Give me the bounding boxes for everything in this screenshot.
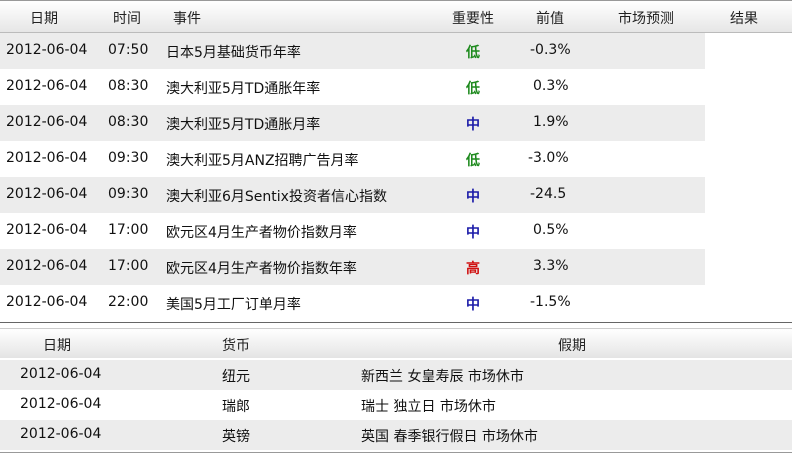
event-time: 17:00 [108, 222, 149, 238]
previous-value: 3.3% [533, 258, 569, 274]
event-time: 22:00 [108, 294, 149, 310]
previous-value: -3.0% [528, 150, 569, 166]
table-row[interactable]: 2012-06-04 08:30 澳大利亚5月TD通胀月率 中 1.9% [0, 105, 705, 141]
event-date: 2012-06-04 [6, 222, 88, 238]
table-row[interactable]: 2012-06-04 22:00 美国5月工厂订单月率 中 -1.5% [0, 285, 705, 321]
previous-value: -0.3% [530, 42, 571, 58]
holiday-row[interactable]: 2012-06-04 纽元 新西兰 女皇寿辰 市场休市 [0, 360, 792, 390]
event-date: 2012-06-04 [6, 78, 88, 94]
holiday-col-header-holiday[interactable]: 假期 [558, 335, 586, 355]
col-header-event[interactable]: 事件 [173, 8, 201, 28]
importance-badge: 低 [466, 153, 480, 169]
event-time: 17:00 [108, 258, 149, 274]
event-date: 2012-06-04 [6, 294, 88, 310]
col-header-previous[interactable]: 前值 [536, 8, 564, 28]
table-divider [0, 322, 792, 323]
event-date: 2012-06-04 [6, 258, 88, 274]
event-name: 美国5月工厂订单月率 [166, 297, 301, 313]
importance-badge: 低 [466, 45, 480, 61]
event-date: 2012-06-04 [6, 42, 88, 58]
event-time: 08:30 [108, 78, 149, 94]
previous-value: 1.9% [533, 114, 569, 130]
col-header-importance[interactable]: 重要性 [452, 8, 494, 28]
previous-value: 0.3% [533, 78, 569, 94]
previous-value: -1.5% [530, 294, 571, 310]
table-row[interactable]: 2012-06-04 09:30 澳大利亚6月Sentix投资者信心指数 中 -… [0, 177, 705, 213]
table-row[interactable]: 2012-06-04 08:30 澳大利亚5月TD通胀年率 低 0.3% [0, 69, 705, 105]
event-date: 2012-06-04 [6, 186, 88, 202]
bottom-border [0, 452, 792, 453]
economic-calendar-table: 日期 时间 事件 重要性 前值 市场预测 结果 2012-06-04 07:50… [0, 0, 792, 323]
event-name: 欧元区4月生产者物价指数月率 [166, 225, 357, 241]
event-name: 欧元区4月生产者物价指数年率 [166, 261, 357, 277]
holiday-currency: 纽元 [222, 369, 250, 385]
col-header-result[interactable]: 结果 [730, 8, 758, 28]
previous-value: 0.5% [533, 222, 569, 238]
table-row[interactable]: 2012-06-04 09:30 澳大利亚5月ANZ招聘广告月率 低 -3.0% [0, 141, 705, 177]
event-time: 09:30 [108, 186, 149, 202]
holiday-description: 新西兰 女皇寿辰 市场休市 [361, 369, 524, 385]
col-header-forecast[interactable]: 市场预测 [618, 8, 674, 28]
holiday-date: 2012-06-04 [20, 366, 102, 382]
holiday-date: 2012-06-04 [20, 426, 102, 442]
holiday-row[interactable]: 2012-06-04 英镑 英国 春季银行假日 市场休市 [0, 420, 792, 450]
holiday-description: 瑞士 独立日 市场休市 [361, 399, 496, 415]
table-row[interactable]: 2012-06-04 07:50 日本5月基础货币年率 低 -0.3% [0, 33, 705, 69]
importance-badge: 中 [466, 117, 480, 133]
event-time: 08:30 [108, 114, 149, 130]
event-name: 澳大利亚5月TD通胀年率 [166, 81, 321, 97]
holiday-description: 英国 春季银行假日 市场休市 [361, 429, 538, 445]
event-name: 澳大利亚5月TD通胀月率 [166, 117, 321, 133]
holiday-date: 2012-06-04 [20, 396, 102, 412]
holiday-header-row: 日期 货币 假期 [0, 328, 792, 358]
table-row[interactable]: 2012-06-04 17:00 欧元区4月生产者物价指数年率 高 3.3% [0, 249, 705, 285]
table-row[interactable]: 2012-06-04 17:00 欧元区4月生产者物价指数月率 中 0.5% [0, 213, 705, 249]
calendar-header-row: 日期 时间 事件 重要性 前值 市场预测 结果 [0, 0, 792, 33]
event-time: 09:30 [108, 150, 149, 166]
col-header-date[interactable]: 日期 [30, 8, 58, 28]
previous-value: -24.5 [530, 186, 567, 202]
importance-badge: 高 [466, 261, 480, 277]
holiday-row[interactable]: 2012-06-04 瑞郎 瑞士 独立日 市场休市 [0, 390, 792, 420]
importance-badge: 中 [466, 189, 480, 205]
holiday-currency: 瑞郎 [222, 399, 250, 415]
event-name: 澳大利亚6月Sentix投资者信心指数 [166, 189, 387, 205]
col-header-time[interactable]: 时间 [113, 8, 141, 28]
importance-badge: 中 [466, 297, 480, 313]
event-date: 2012-06-04 [6, 114, 88, 130]
event-date: 2012-06-04 [6, 150, 88, 166]
holiday-currency: 英镑 [222, 429, 250, 445]
event-time: 07:50 [108, 42, 149, 58]
importance-badge: 中 [466, 225, 480, 241]
holiday-col-header-date[interactable]: 日期 [43, 335, 71, 355]
event-name: 澳大利亚5月ANZ招聘广告月率 [166, 153, 359, 169]
event-name: 日本5月基础货币年率 [166, 45, 301, 61]
holiday-col-header-currency[interactable]: 货币 [222, 335, 250, 355]
importance-badge: 低 [466, 81, 480, 97]
